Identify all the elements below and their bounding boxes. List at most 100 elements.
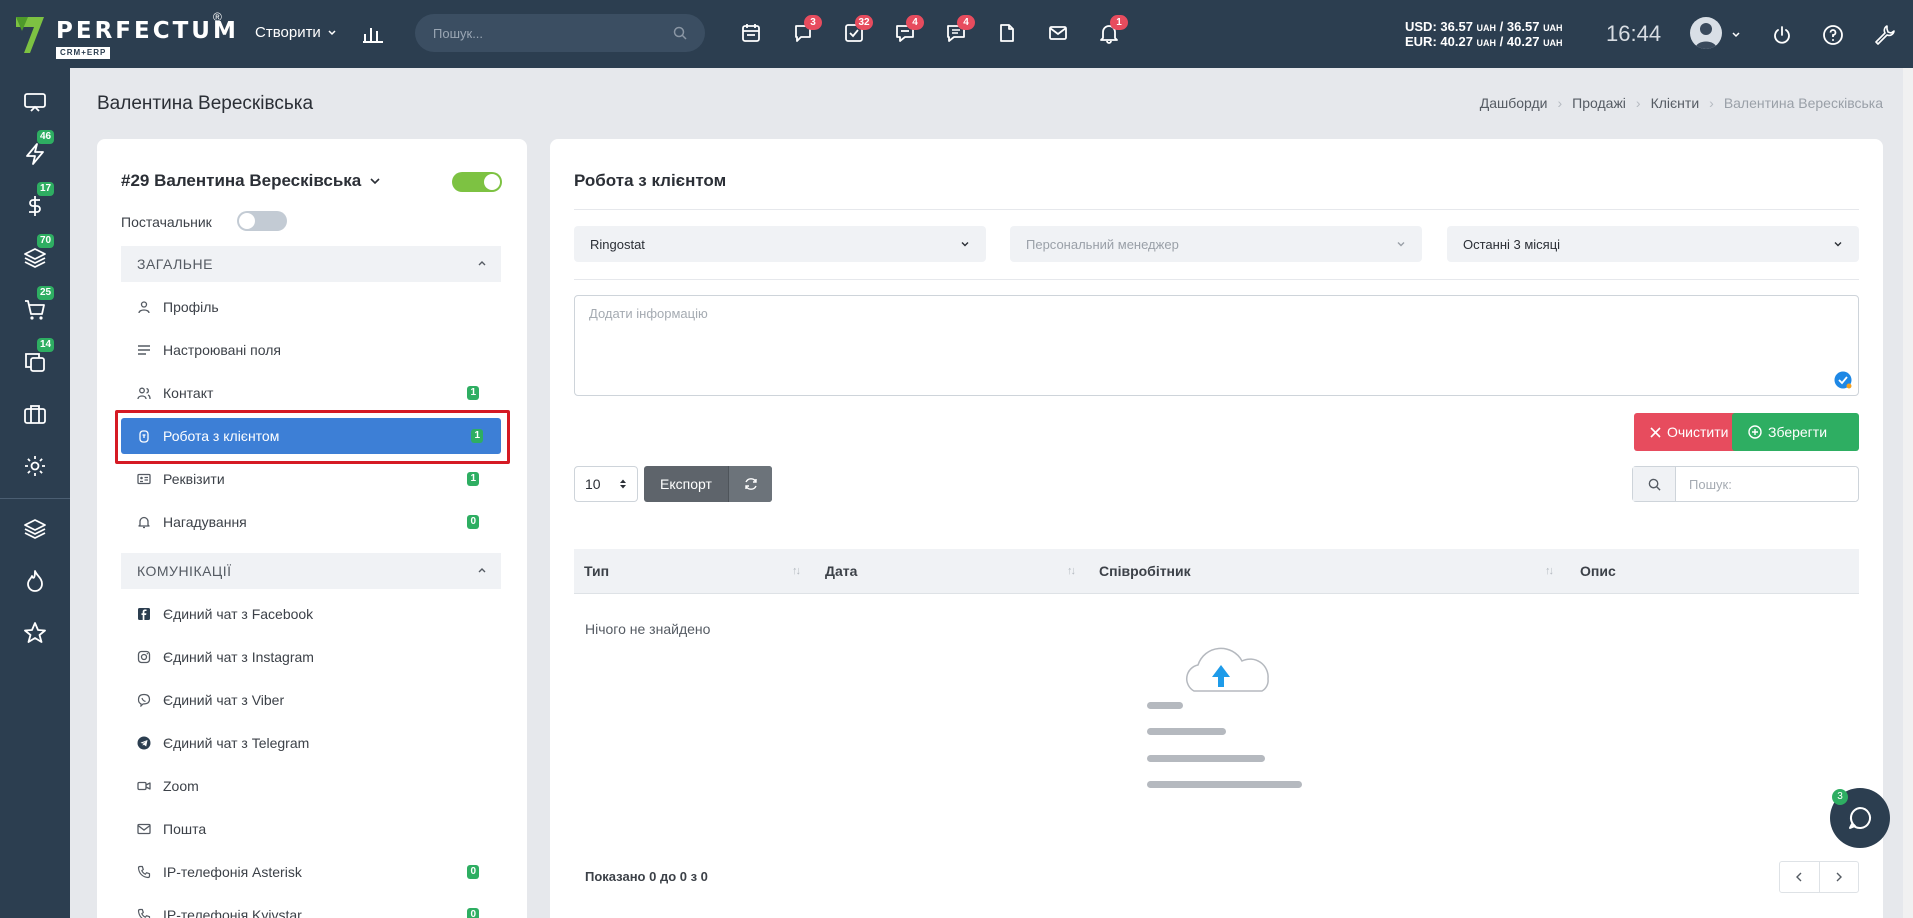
breadcrumb-dashboards[interactable]: Дашборди <box>1480 95 1548 111</box>
page-scrollbar[interactable] <box>1903 68 1913 918</box>
column-type[interactable]: Тип <box>584 549 609 593</box>
page-length-select[interactable]: 10 <box>574 466 638 502</box>
bell-icon[interactable]: 1 <box>1098 15 1128 46</box>
period-select[interactable]: Останні 3 місяці <box>1447 226 1859 262</box>
menu-item-label: Єдиний чат з Viber <box>163 692 285 708</box>
chevron-down-icon <box>961 242 969 247</box>
menu-item-count: 1 <box>467 472 479 486</box>
rail-settings-icon[interactable] <box>23 454 49 480</box>
section-communications[interactable]: КОМУНІКАЦІЇ <box>121 553 501 589</box>
menu-item-instagram-chat[interactable]: Єдиний чат з Instagram <box>121 639 501 675</box>
menu-item-label: Єдиний чат з Telegram <box>163 735 310 751</box>
client-active-toggle[interactable] <box>452 172 502 192</box>
chevron-left-icon <box>1796 872 1802 882</box>
chat-widget-button[interactable]: 3 <box>1830 788 1890 848</box>
source-select[interactable]: Ringostat <box>574 226 986 262</box>
table-search-button[interactable] <box>1633 467 1676 501</box>
page-title: Валентина Вересківська <box>97 93 314 114</box>
section-general[interactable]: ЗАГАЛЬНЕ <box>121 246 501 282</box>
top-search-input[interactable] <box>433 25 653 41</box>
menu-item-label: Робота з клієнтом <box>163 428 280 444</box>
section-general-label: ЗАГАЛЬНЕ <box>137 256 213 272</box>
rail-activity-badge: 46 <box>37 130 55 144</box>
menu-item-label: IP-телефонія Asterisk <box>163 864 302 880</box>
rail-stack-icon[interactable]: 70 <box>23 234 55 272</box>
chat-bubble-icon[interactable]: 3 <box>792 15 822 46</box>
rail-finance-icon[interactable]: 17 <box>23 182 55 220</box>
menu-item-reminders[interactable]: Нагадування 0 <box>121 504 501 540</box>
calendar-icon[interactable] <box>740 22 764 46</box>
bar-chart-icon[interactable] <box>362 22 384 44</box>
menu-item-telegram-chat[interactable]: Єдиний чат з Telegram <box>121 725 501 761</box>
rail-copy-icon[interactable]: 14 <box>23 338 55 376</box>
user-menu-chevron-icon[interactable] <box>1731 30 1741 40</box>
export-button[interactable]: Експорт <box>644 476 728 492</box>
empty-message: Нічого не знайдено <box>585 621 711 637</box>
sort-icon: ↑↓ <box>1545 565 1554 577</box>
source-select-value: Ringostat <box>590 236 645 252</box>
menu-item-label: Реквізити <box>163 471 225 487</box>
rail-briefcase-icon[interactable] <box>23 402 49 428</box>
column-employee[interactable]: Співробітник <box>1099 549 1191 593</box>
menu-item-custom-fields[interactable]: Настроювані поля <box>121 332 501 368</box>
messages-icon[interactable]: 4 <box>894 15 924 46</box>
menu-item-requisites[interactable]: Реквізити 1 <box>121 461 501 497</box>
refresh-button[interactable] <box>728 466 772 502</box>
create-dropdown[interactable]: Створити <box>255 24 337 41</box>
instagram-icon <box>137 650 151 664</box>
next-page-button[interactable] <box>1818 862 1858 892</box>
empty-cloud-upload-icon <box>1147 647 1302 788</box>
rail-star-icon[interactable] <box>23 621 49 647</box>
divider <box>574 209 1859 210</box>
comments-icon[interactable]: 4 <box>945 15 975 46</box>
search-icon <box>673 26 687 40</box>
menu-item-mail[interactable]: Пошта <box>121 811 501 847</box>
rail-fire-icon[interactable] <box>23 569 49 595</box>
grammar-check-icon[interactable] <box>1834 371 1852 389</box>
previous-page-button[interactable] <box>1780 862 1819 892</box>
power-icon[interactable] <box>1771 24 1793 46</box>
rail-dashboard-icon[interactable] <box>23 90 49 116</box>
menu-item-facebook-chat[interactable]: Єдиний чат з Facebook <box>121 596 501 632</box>
comments-badge: 4 <box>957 15 975 30</box>
rail-layers-icon[interactable] <box>23 517 49 543</box>
column-date[interactable]: Дата <box>825 549 857 593</box>
top-search[interactable] <box>415 14 705 52</box>
manager-select[interactable]: Персональний менеджер <box>1010 226 1422 262</box>
breadcrumb-sales[interactable]: Продажі <box>1572 95 1626 111</box>
client-name-dropdown[interactable]: #29 Валентина Вересківська <box>121 171 381 191</box>
menu-item-zoom[interactable]: Zoom <box>121 768 501 804</box>
note-textarea[interactable]: Додати інформацію <box>574 295 1859 396</box>
avatar[interactable] <box>1690 17 1722 49</box>
help-icon[interactable] <box>1822 24 1844 46</box>
clear-button[interactable]: Очистити <box>1634 413 1745 451</box>
column-description[interactable]: Опис <box>1580 549 1616 593</box>
rail-divider <box>0 498 70 499</box>
rail-activity-icon[interactable]: 46 <box>23 130 55 168</box>
manager-select-placeholder: Персональний менеджер <box>1026 236 1179 252</box>
top-bar: PERFECTUM ® CRM+ERP Створити 3 32 4 4 1 <box>0 0 1913 68</box>
menu-item-contact[interactable]: Контакт 1 <box>121 375 501 411</box>
column-description-label: Опис <box>1580 563 1616 579</box>
brand-sub: CRM+ERP <box>56 47 111 59</box>
usd-rate: USD: 36.57 <box>1405 19 1473 34</box>
eur-rate-2: / 40.27 <box>1499 34 1540 49</box>
chevron-up-icon <box>478 568 486 573</box>
menu-item-label: Zoom <box>163 778 199 794</box>
mail-icon[interactable] <box>1047 22 1071 46</box>
tasks-icon[interactable]: 32 <box>843 15 873 46</box>
supplier-toggle[interactable] <box>237 211 287 231</box>
rail-cart-icon[interactable]: 25 <box>23 286 55 324</box>
menu-item-kyivstar[interactable]: IP-телефонія Kyivstar 0 <box>121 897 501 918</box>
table-search-input[interactable] <box>1676 467 1856 501</box>
save-button[interactable]: Зберегти <box>1732 413 1859 451</box>
wrench-icon[interactable] <box>1873 23 1895 45</box>
menu-item-profile[interactable]: Профіль <box>121 289 501 325</box>
menu-item-client-work[interactable]: Робота з клієнтом 1 <box>121 418 501 454</box>
usd-rate-2: / 36.57 <box>1499 19 1540 34</box>
breadcrumb-clients[interactable]: Клієнти <box>1651 95 1700 111</box>
menu-item-viber-chat[interactable]: Єдиний чат з Viber <box>121 682 501 718</box>
menu-item-asterisk[interactable]: IP-телефонія Asterisk 0 <box>121 854 501 890</box>
logo[interactable]: PERFECTUM ® CRM+ERP <box>14 10 236 59</box>
document-icon[interactable] <box>996 22 1020 46</box>
